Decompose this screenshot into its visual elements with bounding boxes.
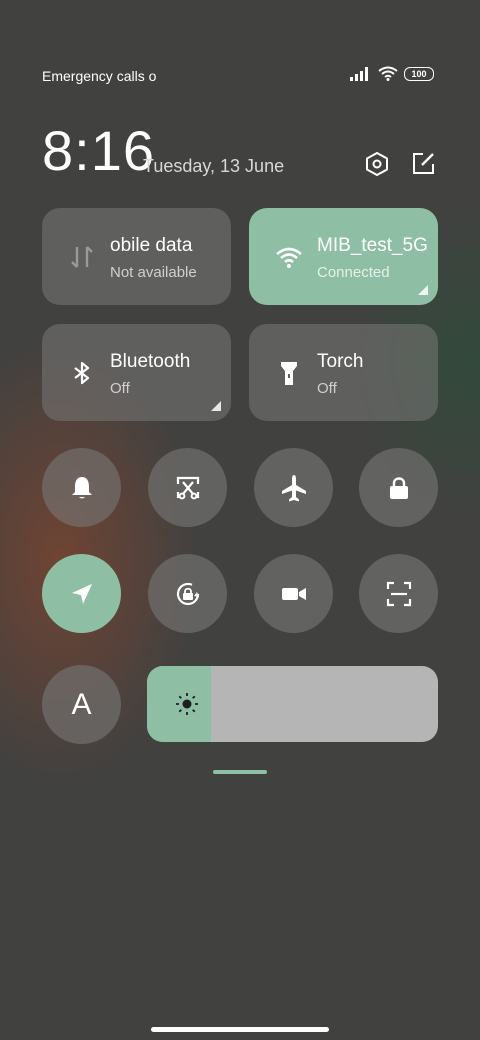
scanner-icon: [386, 581, 411, 606]
expand-corner-icon[interactable]: [211, 401, 221, 411]
airplane-icon: [281, 474, 306, 501]
tile-subtitle: Off: [110, 380, 130, 397]
tile-mobile-data[interactable]: obile data Not available: [42, 208, 231, 305]
wifi-icon: [276, 247, 302, 268]
mobile-data-icon: [71, 246, 93, 268]
tile-wifi[interactable]: MIB_test_5G Connected: [249, 208, 438, 305]
edit-icon[interactable]: [410, 151, 436, 177]
tile-subtitle: Not available: [110, 264, 197, 281]
bluetooth-icon: [74, 361, 90, 385]
toggle-rotation-lock[interactable]: [148, 554, 227, 633]
tile-title: Torch: [317, 351, 364, 372]
status-bar: [0, 0, 480, 60]
signal-icon: [350, 66, 368, 81]
location-icon: [71, 583, 92, 604]
screenshot-icon: [176, 476, 199, 499]
carrier-text: Emergency calls o: [42, 68, 157, 84]
tile-torch[interactable]: Torch Off: [249, 324, 438, 421]
toggle-lock[interactable]: [359, 448, 438, 527]
sun-icon: [176, 693, 198, 715]
rotation-lock-icon: [176, 582, 199, 605]
brightness-slider[interactable]: [147, 666, 438, 742]
toggle-video-recorder[interactable]: [254, 554, 333, 633]
toggle-scanner[interactable]: [359, 554, 438, 633]
bell-icon: [71, 476, 92, 498]
status-icons: 100: [350, 66, 434, 81]
tile-subtitle: Off: [317, 380, 337, 397]
battery-icon: 100: [404, 66, 434, 81]
tile-subtitle: Connected: [317, 264, 390, 281]
panel-drag-handle[interactable]: [213, 770, 267, 774]
lock-icon: [389, 476, 408, 499]
toggle-airplane[interactable]: [254, 448, 333, 527]
settings-icon[interactable]: [364, 151, 390, 177]
torch-icon: [281, 362, 297, 385]
toggle-mute[interactable]: [42, 448, 121, 527]
auto-brightness-icon: A: [71, 687, 92, 721]
toggle-location[interactable]: [42, 554, 121, 633]
tile-title: Bluetooth: [110, 351, 191, 372]
auto-brightness-button[interactable]: A: [42, 665, 121, 744]
date: Tuesday, 13 June: [143, 156, 285, 176]
clock: 8:16: [42, 119, 155, 182]
expand-corner-icon[interactable]: [418, 285, 428, 295]
video-camera-icon: [281, 587, 306, 600]
home-indicator[interactable]: [151, 1027, 329, 1032]
tile-title: MIB_test_5G: [317, 235, 427, 256]
toggle-screenshot[interactable]: [148, 448, 227, 527]
wifi-icon: [378, 66, 398, 81]
tile-title: obile data: [110, 235, 193, 256]
tile-bluetooth[interactable]: Bluetooth Off: [42, 324, 231, 421]
